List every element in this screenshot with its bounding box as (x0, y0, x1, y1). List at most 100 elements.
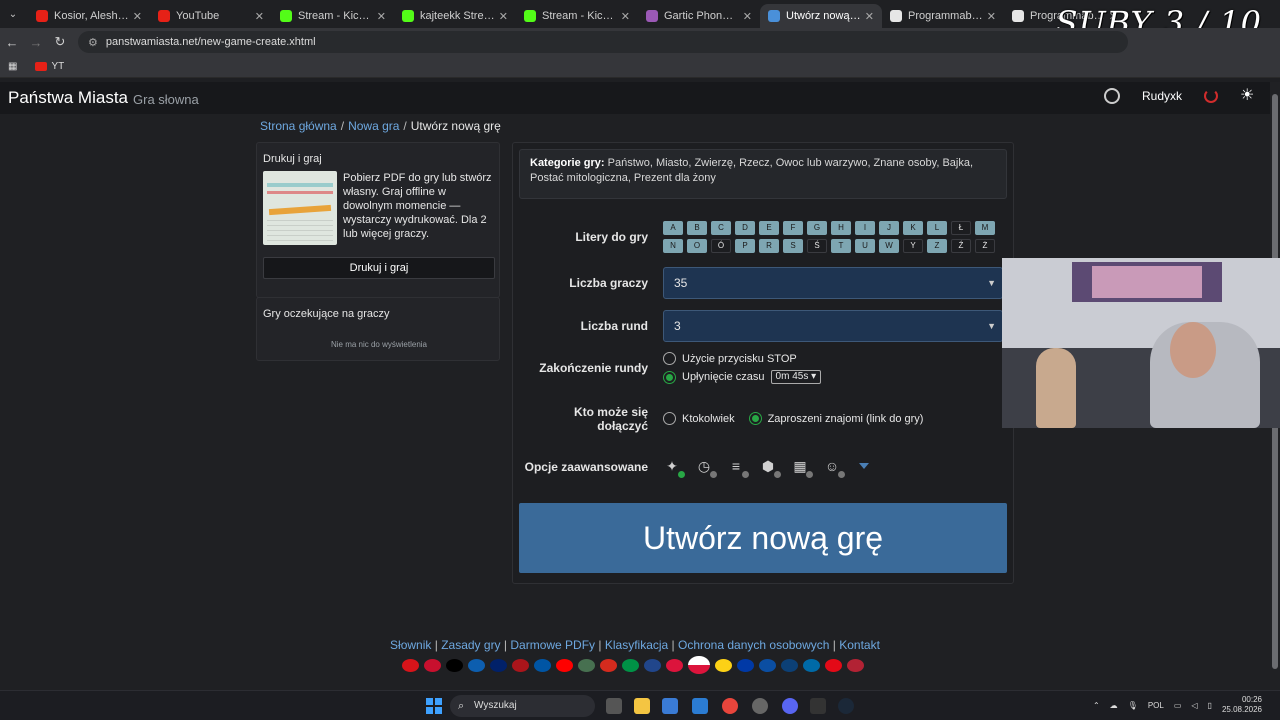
tab-close-icon[interactable]: ✕ (621, 10, 630, 23)
language-flag-icon[interactable] (759, 658, 776, 672)
language-flag-icon[interactable] (803, 658, 820, 672)
language-flag-icon[interactable] (715, 658, 732, 672)
footer-link[interactable]: Kontakt (839, 638, 880, 652)
radio-stop[interactable] (663, 352, 676, 365)
categories-box[interactable]: Kategorie gry: Państwo, Miasto, Zwierzę,… (519, 149, 1007, 199)
store-icon[interactable] (662, 698, 678, 714)
tab-close-icon[interactable]: ✕ (133, 10, 142, 23)
players-select[interactable]: 35 ▼ (663, 267, 1003, 299)
letter-toggle[interactable]: J (879, 221, 899, 235)
radio-invited-label[interactable]: Zaproszeni znajomi (link do gry) (768, 413, 924, 425)
site-info-icon[interactable]: ⚙ (88, 36, 98, 49)
letter-toggle[interactable]: H (831, 221, 851, 235)
letter-toggle[interactable]: Ż (975, 239, 995, 253)
language-flag-icon[interactable] (622, 658, 639, 672)
language-flag-icon[interactable] (825, 658, 842, 672)
task-view-icon[interactable] (606, 698, 622, 714)
language-flag-icon[interactable] (737, 658, 754, 672)
language-flag-icon[interactable] (534, 658, 551, 672)
tab-close-icon[interactable]: ✕ (865, 10, 874, 23)
letter-toggle[interactable]: E (759, 221, 779, 235)
language-flag-icon[interactable] (402, 658, 419, 672)
language-flag-icon[interactable] (490, 658, 507, 672)
username[interactable]: Rudyxk (1142, 89, 1182, 103)
letter-toggle[interactable]: A (663, 221, 683, 235)
tray-app-icon[interactable]: ☁ (1110, 701, 1118, 710)
letter-toggle[interactable]: T (831, 239, 851, 253)
tab-close-icon[interactable]: ✕ (377, 10, 386, 23)
tab-close-icon[interactable]: ✕ (255, 10, 264, 23)
more-options-chevron-down-icon[interactable] (859, 463, 869, 469)
windows-start-icon[interactable] (426, 698, 442, 714)
footer-link[interactable]: Klasyfikacja (605, 638, 668, 652)
app-icon[interactable] (752, 698, 768, 714)
browser-tab[interactable]: Kosior, Aleshen ✕ (28, 4, 150, 28)
chrome-icon[interactable] (722, 698, 738, 714)
user-check-icon[interactable]: ☺ (823, 457, 845, 478)
radio-anyone-label[interactable]: Ktokolwiek (682, 413, 735, 425)
tray-mic-icon[interactable]: 🎙 (1128, 701, 1138, 710)
language-flag-icon[interactable] (666, 658, 683, 672)
mail-icon[interactable] (692, 698, 708, 714)
taskbar-search[interactable]: ⌕ Wyszukaj (450, 695, 595, 717)
settings-gear-icon[interactable] (1103, 88, 1120, 104)
letter-toggle[interactable]: W (879, 239, 899, 253)
browser-tab[interactable]: Stream - Kick Dashbo ✕ (516, 4, 638, 28)
reload-icon[interactable]: ↻ (48, 34, 72, 50)
radio-invited[interactable] (748, 412, 762, 425)
language-flag-icon[interactable] (847, 658, 864, 672)
letter-toggle[interactable]: Ó (711, 239, 731, 253)
steam-icon[interactable] (838, 698, 854, 714)
letter-toggle[interactable]: C (711, 221, 731, 235)
print-and-play-button[interactable]: Drukuj i graj (263, 257, 495, 279)
breadcrumb-new-game[interactable]: Nowa gra (348, 119, 399, 133)
breadcrumb-home[interactable]: Strona główna (260, 119, 337, 133)
language-indicator[interactable]: POL (1148, 701, 1164, 710)
letter-toggle[interactable]: F (783, 221, 803, 235)
time-limit-select[interactable]: 0m 45s ▾ (770, 370, 822, 384)
letter-toggle[interactable]: K (903, 221, 923, 235)
tab-close-icon[interactable]: ✕ (499, 10, 508, 23)
shield-icon[interactable]: ⬢ (759, 457, 781, 478)
letter-toggle[interactable]: P (735, 239, 755, 253)
language-flag-icon[interactable] (578, 658, 595, 672)
back-icon[interactable]: ← (0, 35, 24, 50)
create-game-button[interactable]: Utwórz nową grę (519, 503, 1007, 573)
volume-icon[interactable]: ◁ (1191, 701, 1197, 710)
forward-icon[interactable]: → (24, 35, 48, 50)
epic-games-icon[interactable] (810, 698, 826, 714)
footer-link[interactable]: Zasady gry (441, 638, 500, 652)
apps-icon[interactable]: ▦ (8, 61, 17, 72)
clock-icon[interactable]: ◷ (695, 457, 717, 478)
radio-time[interactable] (663, 370, 676, 384)
browser-tab[interactable]: kajteekk Stream - Wa ✕ (394, 4, 516, 28)
letter-toggle[interactable]: Y (903, 239, 923, 253)
brand-title[interactable]: Państwa Miasta (8, 88, 128, 108)
letter-toggle[interactable]: Z (927, 239, 947, 253)
language-flag-icon[interactable] (781, 658, 798, 672)
browser-tab[interactable]: Gartic Phone - Gra w ✕ (638, 4, 760, 28)
letter-toggle[interactable]: S (783, 239, 803, 253)
letter-toggle[interactable]: D (735, 221, 755, 235)
url-field[interactable]: ⚙ panstwamiasta.net/new-game-create.xhtm… (78, 31, 1128, 53)
calendar-icon[interactable]: ▦ (791, 457, 813, 478)
language-flag-icon[interactable] (688, 656, 710, 674)
rounds-select[interactable]: 3 ▼ (663, 310, 1003, 342)
tray-chevron-up-icon[interactable]: ⌃ (1093, 701, 1100, 710)
tab-search-menu-icon[interactable]: ⌄ (4, 5, 22, 23)
language-flag-icon[interactable] (644, 658, 661, 672)
theme-sun-icon[interactable]: ☀ (1240, 88, 1256, 104)
sparkles-icon[interactable]: ✦ (663, 457, 685, 478)
letter-toggle[interactable]: O (687, 239, 707, 253)
letter-toggle[interactable]: B (687, 221, 707, 235)
round-end-time-option[interactable]: Upłynięcie czasu 0m 45s ▾ (663, 370, 822, 384)
browser-tab[interactable]: Programmable Searc ✕ (882, 4, 1004, 28)
tab-close-icon[interactable]: ✕ (743, 10, 752, 23)
letter-toggle[interactable]: N (663, 239, 683, 253)
browser-tab[interactable]: Utwórz nową grę ✕ (760, 4, 882, 28)
browser-tab[interactable]: Stream - Kick Dashbo ✕ (272, 4, 394, 28)
language-flag-icon[interactable] (512, 658, 529, 672)
language-flag-icon[interactable] (556, 658, 573, 672)
letter-toggle[interactable]: I (855, 221, 875, 235)
language-flag-icon[interactable] (446, 658, 463, 672)
